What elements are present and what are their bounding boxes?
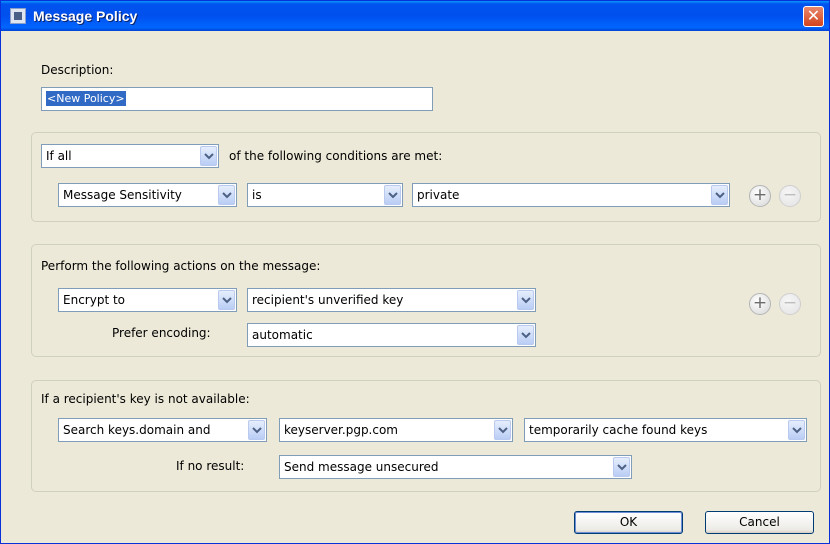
actions-heading: Perform the following actions on the mes…	[41, 259, 321, 273]
condition-operator-value: is	[252, 188, 262, 202]
condition-field-select[interactable]: Message Sensitivity	[58, 183, 237, 207]
condition-field-value: Message Sensitivity	[63, 188, 182, 202]
encoding-value: automatic	[252, 328, 313, 342]
cancel-button[interactable]: Cancel	[705, 511, 814, 534]
minus-icon: −	[782, 293, 798, 313]
no-result-select[interactable]: Send message unsecured	[279, 455, 632, 479]
key-lookup-heading: If a recipient's key is not available:	[41, 392, 250, 406]
encoding-select[interactable]: automatic	[247, 323, 536, 347]
keyserver-select[interactable]: keyserver.pgp.com	[279, 418, 513, 442]
action-select[interactable]: Encrypt to	[58, 288, 237, 312]
description-label: Description:	[41, 63, 114, 77]
window-title: Message Policy	[33, 8, 138, 24]
close-button[interactable]: ✕	[803, 6, 824, 27]
chevron-down-icon	[711, 185, 728, 205]
key-search-value: Search keys.domain and	[63, 423, 211, 437]
chevron-down-icon	[517, 325, 534, 345]
key-cache-select[interactable]: temporarily cache found keys	[524, 418, 807, 442]
key-cache-value: temporarily cache found keys	[529, 423, 708, 437]
add-condition-button[interactable]: +	[749, 185, 771, 207]
plus-icon: +	[752, 185, 768, 205]
action-value: recipient's unverified key	[252, 293, 404, 307]
add-action-button[interactable]: +	[749, 293, 771, 315]
chevron-down-icon	[200, 146, 217, 166]
match-select-value: If all	[46, 149, 72, 163]
remove-condition-button[interactable]: −	[779, 185, 801, 207]
encoding-label: Prefer encoding:	[112, 326, 211, 340]
chevron-down-icon	[218, 185, 235, 205]
no-result-label: If no result:	[176, 459, 245, 473]
chevron-down-icon	[218, 290, 235, 310]
keyserver-value: keyserver.pgp.com	[284, 423, 398, 437]
chevron-down-icon	[517, 290, 534, 310]
title-bar[interactable]: Message Policy ✕	[1, 1, 829, 31]
remove-action-button[interactable]: −	[779, 293, 801, 315]
message-policy-dialog: Message Policy ✕ Description: <New Polic…	[0, 0, 830, 544]
policy-icon	[10, 8, 26, 24]
minus-icon: −	[782, 185, 798, 205]
match-text: of the following conditions are met:	[229, 149, 443, 163]
action-value-select[interactable]: recipient's unverified key	[247, 288, 536, 312]
description-field[interactable]: <New Policy>	[41, 87, 433, 111]
condition-value-select[interactable]: private	[412, 183, 730, 207]
plus-icon: +	[752, 293, 768, 313]
ok-button[interactable]: OK	[574, 511, 683, 534]
chevron-down-icon	[384, 185, 401, 205]
chevron-down-icon	[613, 457, 630, 477]
chevron-down-icon	[494, 420, 511, 440]
chevron-down-icon	[788, 420, 805, 440]
condition-value: private	[417, 188, 460, 202]
no-result-value: Send message unsecured	[284, 460, 439, 474]
action-select-value: Encrypt to	[63, 293, 126, 307]
description-value: <New Policy>	[46, 91, 126, 106]
key-search-select[interactable]: Search keys.domain and	[58, 418, 267, 442]
condition-operator-select[interactable]: is	[247, 183, 403, 207]
chevron-down-icon	[248, 420, 265, 440]
match-select[interactable]: If all	[41, 144, 219, 168]
